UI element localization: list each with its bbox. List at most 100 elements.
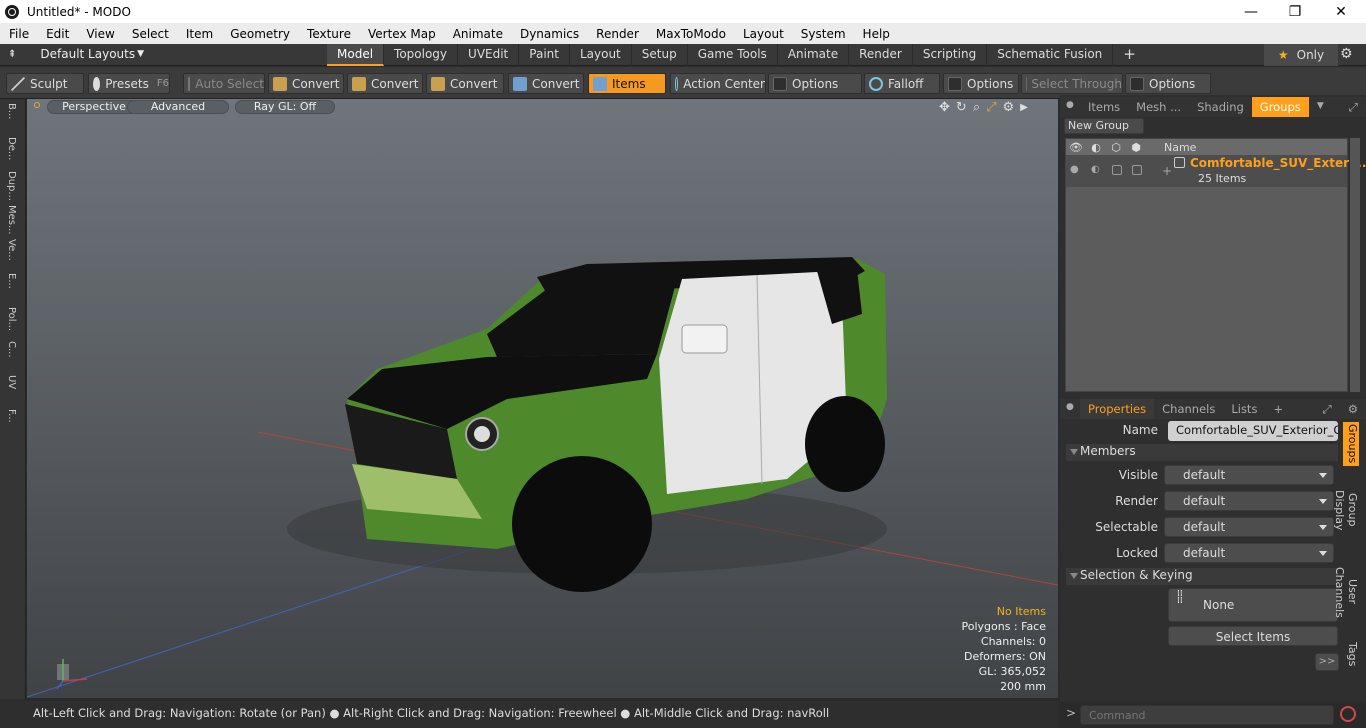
tab-setup[interactable]: Setup (632, 44, 688, 66)
tab-mesh[interactable]: Mesh ... (1128, 97, 1189, 117)
close-button[interactable]: ✕ (1318, 0, 1364, 23)
render-icon[interactable]: ◐ (1086, 141, 1106, 154)
options-button-3[interactable]: Options (1125, 73, 1211, 94)
convert-button-4[interactable]: Convert (508, 73, 584, 94)
convert-button-1[interactable]: Convert (268, 73, 344, 94)
add-tab-button[interactable]: + (1113, 44, 1146, 66)
auto-select-button[interactable]: Auto Select (183, 73, 265, 94)
tab-scripting[interactable]: Scripting (913, 44, 988, 66)
side-tab-tags[interactable]: Tags (1343, 636, 1359, 672)
maximize-button[interactable]: ❐ (1272, 0, 1318, 23)
visible-dropdown[interactable]: default (1164, 465, 1334, 485)
side-tab-groups[interactable]: Groups (1343, 422, 1359, 466)
menu-view[interactable]: View (77, 27, 122, 41)
sculpt-button[interactable]: Sculpt (6, 73, 84, 94)
convert-button-3[interactable]: Convert (426, 73, 504, 94)
locked-dropdown[interactable]: default (1164, 543, 1334, 563)
menu-edit[interactable]: Edit (37, 27, 77, 41)
gear-icon[interactable]: ⚙ (1340, 46, 1353, 62)
menu-layout[interactable]: Layout (734, 27, 792, 41)
menu-file[interactable]: File (0, 27, 37, 41)
menu-help[interactable]: Help (854, 27, 898, 41)
select-icon[interactable]: ⬡ (1106, 141, 1126, 154)
eye-icon[interactable]: 👁 (1066, 141, 1086, 154)
add-tab-icon[interactable]: + (1265, 399, 1291, 419)
selection-keying-section-header[interactable]: Selection & Keying (1066, 568, 1338, 585)
tab-properties[interactable]: Properties (1080, 399, 1155, 419)
palette-tab-duplicate[interactable]: Dup... (6, 171, 17, 201)
palette-tab-curve[interactable]: C... (6, 341, 17, 371)
tab-groups[interactable]: Groups (1251, 97, 1309, 117)
expand-icon[interactable]: ⤢ (1314, 399, 1339, 419)
falloff-button[interactable]: Falloff (864, 73, 940, 94)
tab-lists[interactable]: Lists (1223, 399, 1265, 419)
select-through-button[interactable]: Select Through (1021, 73, 1123, 94)
tab-channels[interactable]: Channels (1154, 399, 1223, 419)
menu-select[interactable]: Select (123, 27, 177, 41)
palette-tab-fusion[interactable]: F... (6, 409, 17, 439)
record-icon[interactable] (1340, 706, 1356, 722)
render-dropdown[interactable]: default (1164, 491, 1334, 511)
panel-menu-icon[interactable]: ● (1060, 97, 1080, 117)
options-button-2[interactable]: Options (943, 73, 1019, 94)
tab-items[interactable]: Items (1080, 97, 1128, 117)
tab-shading[interactable]: Shading (1189, 97, 1252, 117)
expand-plus-icon[interactable]: + (1162, 164, 1172, 178)
lock-toggle[interactable] (1132, 165, 1142, 175)
tab-uvedit[interactable]: UVEdit (458, 44, 520, 66)
panel-menu-icon[interactable]: ● (1060, 399, 1080, 419)
tab-model[interactable]: Model (327, 44, 385, 66)
tab-render[interactable]: Render (849, 44, 913, 66)
expand-icon[interactable]: ⤢ (1341, 97, 1366, 117)
3d-viewport[interactable]: Perspective Advanced Ray GL: Off ✥ ↻ ⌕ ⤢… (27, 99, 1058, 698)
palette-tab-vertex[interactable]: Ve... (6, 239, 17, 269)
options-button-1[interactable]: Options (768, 73, 862, 94)
menu-geometry[interactable]: Geometry (221, 27, 298, 41)
tab-layout[interactable]: Layout (570, 44, 632, 66)
tab-game-tools[interactable]: Game Tools (688, 44, 778, 66)
convert-button-2[interactable]: Convert (347, 73, 423, 94)
command-input[interactable] (1080, 705, 1334, 725)
render-toggle-icon[interactable]: ◐ (1091, 164, 1100, 175)
palette-tab-uv[interactable]: UV (6, 375, 17, 405)
minimize-button[interactable]: — (1228, 0, 1274, 23)
side-tab-group-display[interactable]: Group Display (1333, 472, 1359, 548)
tab-paint[interactable]: Paint (519, 44, 570, 66)
group-name-input[interactable]: Comfortable_SUV_Exterior_Only (1168, 421, 1338, 441)
menu-maxtomodo[interactable]: MaxToModo (647, 27, 734, 41)
menu-texture[interactable]: Texture (298, 27, 359, 41)
menu-system[interactable]: System (792, 27, 854, 41)
new-group-button[interactable]: New Group (1064, 118, 1144, 134)
palette-tab-mesh[interactable]: Mes... (6, 205, 17, 235)
menu-render[interactable]: Render (587, 27, 647, 41)
presets-button[interactable]: Presets F6 (88, 73, 170, 94)
palette-tab-deform[interactable]: De... (6, 137, 17, 167)
keying-none-button[interactable]: ⁞⁞ ⁞⁞ None (1168, 588, 1338, 622)
tab-topology[interactable]: Topology (384, 44, 459, 66)
tab-animate[interactable]: Animate (778, 44, 850, 66)
items-mode-button[interactable]: Items (588, 73, 666, 94)
select-items-button[interactable]: Select Items (1168, 626, 1338, 646)
groups-scrollbar[interactable] (1350, 138, 1360, 392)
palette-tab-basic[interactable]: B... (6, 103, 17, 133)
menu-item[interactable]: Item (177, 27, 221, 41)
groups-list[interactable]: 👁 ◐ ⬡ ⬢ Name ● ◐ + Comfortable_SUV_Exter… (1065, 138, 1366, 392)
menu-animate[interactable]: Animate (444, 27, 511, 41)
more-button[interactable]: >> (1315, 653, 1339, 671)
only-toggle[interactable]: ★ Only (1264, 44, 1338, 66)
selectable-dropdown[interactable]: default (1164, 517, 1334, 537)
menu-vertex-map[interactable]: Vertex Map (359, 27, 444, 41)
palette-tab-edge[interactable]: E... (6, 273, 17, 303)
gear-icon[interactable]: ⚙ (1340, 399, 1366, 419)
action-center-button[interactable]: Action Center (670, 73, 766, 94)
layout-preset-selector[interactable]: ⇞ Default Layouts ▼ (8, 47, 144, 61)
group-row[interactable]: ● ◐ + Comfortable_SUV_Exteri ... 25 Item… (1066, 155, 1366, 187)
members-section-header[interactable]: Members (1066, 444, 1338, 461)
panel-dropdown-icon[interactable]: ▼ (1309, 97, 1332, 117)
menu-dynamics[interactable]: Dynamics (511, 27, 587, 41)
tab-schematic-fusion[interactable]: Schematic Fusion (987, 44, 1114, 66)
select-toggle[interactable] (1112, 165, 1122, 175)
palette-tab-polygon[interactable]: Pol... (6, 307, 17, 337)
visibility-toggle-icon[interactable]: ● (1070, 164, 1079, 175)
side-tab-user-channels[interactable]: User Channels (1333, 554, 1359, 630)
